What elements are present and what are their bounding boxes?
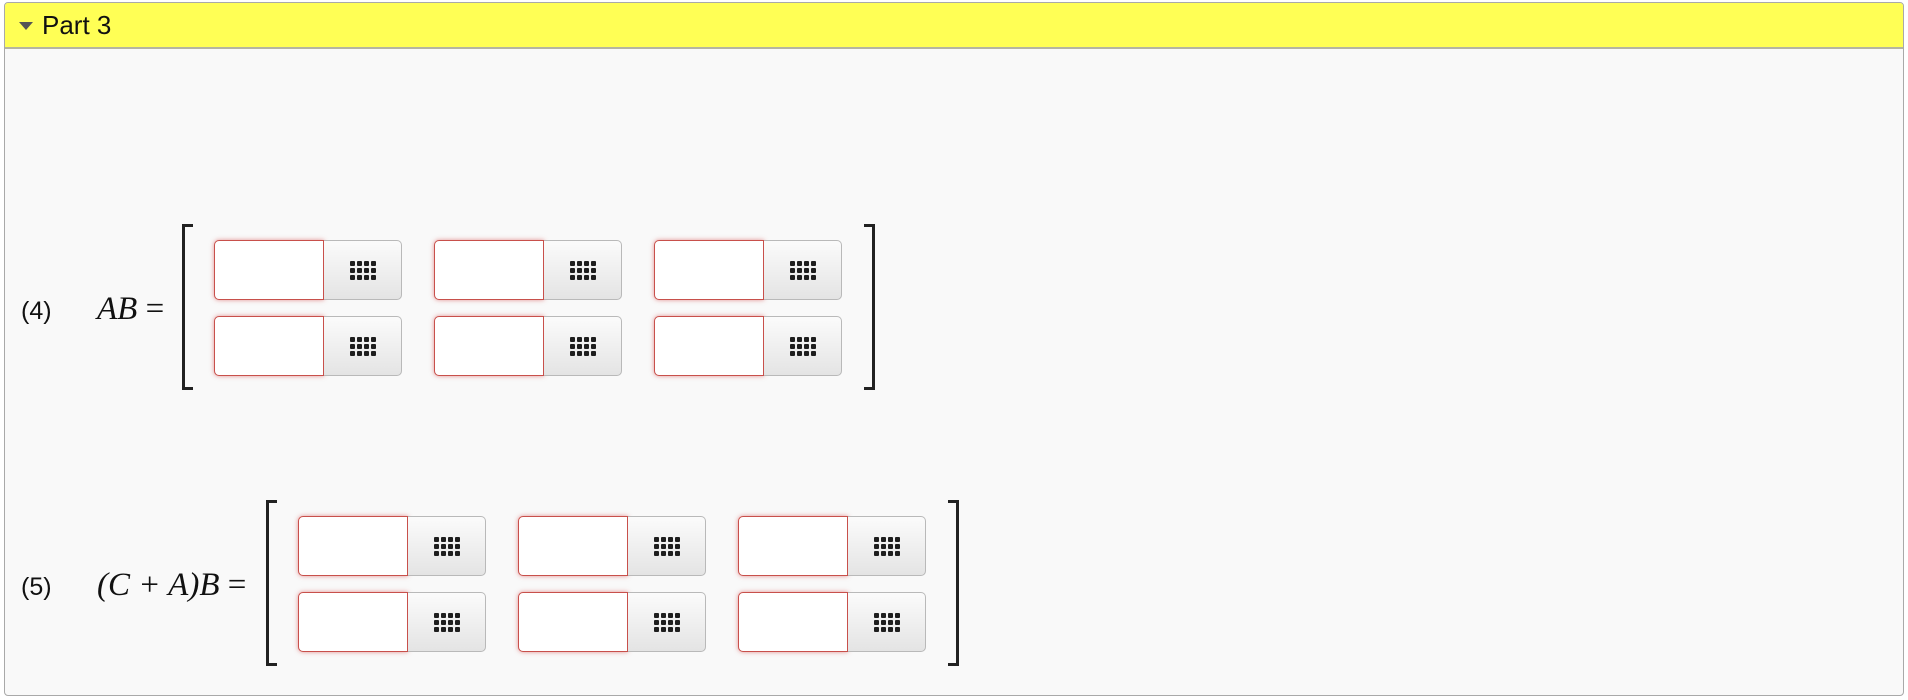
math-palette-button[interactable] — [324, 316, 402, 376]
grid-icon — [569, 260, 596, 280]
matrix-cell — [738, 516, 926, 576]
matrix-cell — [434, 316, 622, 376]
left-bracket — [182, 224, 193, 390]
grid-icon — [569, 336, 596, 356]
math-palette-button[interactable] — [628, 516, 706, 576]
matrix-entry-input[interactable] — [518, 592, 628, 652]
part-panel: Part 3 (4) AB = (5) (C + A)B = — [4, 2, 1904, 696]
right-bracket — [948, 500, 959, 666]
matrix-entry-input[interactable] — [654, 240, 764, 300]
matrix-entry-input[interactable] — [214, 240, 324, 300]
grid-icon — [873, 612, 900, 632]
matrix-entry-input[interactable] — [518, 516, 628, 576]
matrix-cell — [214, 316, 402, 376]
matrix-label: AB = — [97, 291, 164, 328]
math-palette-button[interactable] — [408, 516, 486, 576]
matrix-cell — [654, 240, 842, 300]
math-palette-button[interactable] — [764, 240, 842, 300]
math-palette-button[interactable] — [544, 316, 622, 376]
grid-icon — [789, 260, 816, 280]
equals-sign: = — [145, 291, 165, 327]
answer-matrix — [266, 500, 959, 666]
math-palette-button[interactable] — [628, 592, 706, 652]
matrix-entry-input[interactable] — [738, 592, 848, 652]
matrix-entry-input[interactable] — [654, 316, 764, 376]
matrix-cell — [518, 592, 706, 652]
question-number: (4) — [21, 297, 52, 325]
matrix-entry-input[interactable] — [298, 592, 408, 652]
grid-icon — [349, 260, 376, 280]
grid-icon — [653, 536, 680, 556]
left-bracket — [266, 500, 277, 666]
matrix-cell — [298, 592, 486, 652]
grid-icon — [349, 336, 376, 356]
matrix-cell — [298, 516, 486, 576]
matrix-cell — [434, 240, 622, 300]
grid-icon — [653, 612, 680, 632]
math-palette-button[interactable] — [848, 592, 926, 652]
part-header[interactable]: Part 3 — [5, 3, 1903, 49]
answer-matrix — [182, 224, 875, 390]
matrix-label-text: AB — [97, 291, 138, 327]
matrix-cell — [214, 240, 402, 300]
matrix-entry-input[interactable] — [434, 240, 544, 300]
math-palette-button[interactable] — [544, 240, 622, 300]
matrix-entry-input[interactable] — [214, 316, 324, 376]
matrix-entry-input[interactable] — [738, 516, 848, 576]
matrix-cell — [738, 592, 926, 652]
matrix-cell — [518, 516, 706, 576]
math-palette-button[interactable] — [408, 592, 486, 652]
matrix-entry-input[interactable] — [434, 316, 544, 376]
grid-icon — [433, 536, 460, 556]
grid-icon — [873, 536, 900, 556]
matrix-label-text: (C + A)B — [97, 567, 220, 603]
math-palette-button[interactable] — [324, 240, 402, 300]
matrix-label: (C + A)B = — [97, 567, 246, 604]
question-number: (5) — [21, 573, 52, 601]
matrix-cell — [654, 316, 842, 376]
math-palette-button[interactable] — [764, 316, 842, 376]
part-title: Part 3 — [42, 9, 112, 40]
equals-sign: = — [227, 567, 247, 603]
grid-icon — [433, 612, 460, 632]
right-bracket — [864, 224, 875, 390]
collapse-caret-icon[interactable] — [19, 21, 33, 30]
grid-icon — [789, 336, 816, 356]
matrix-entry-input[interactable] — [298, 516, 408, 576]
math-palette-button[interactable] — [848, 516, 926, 576]
